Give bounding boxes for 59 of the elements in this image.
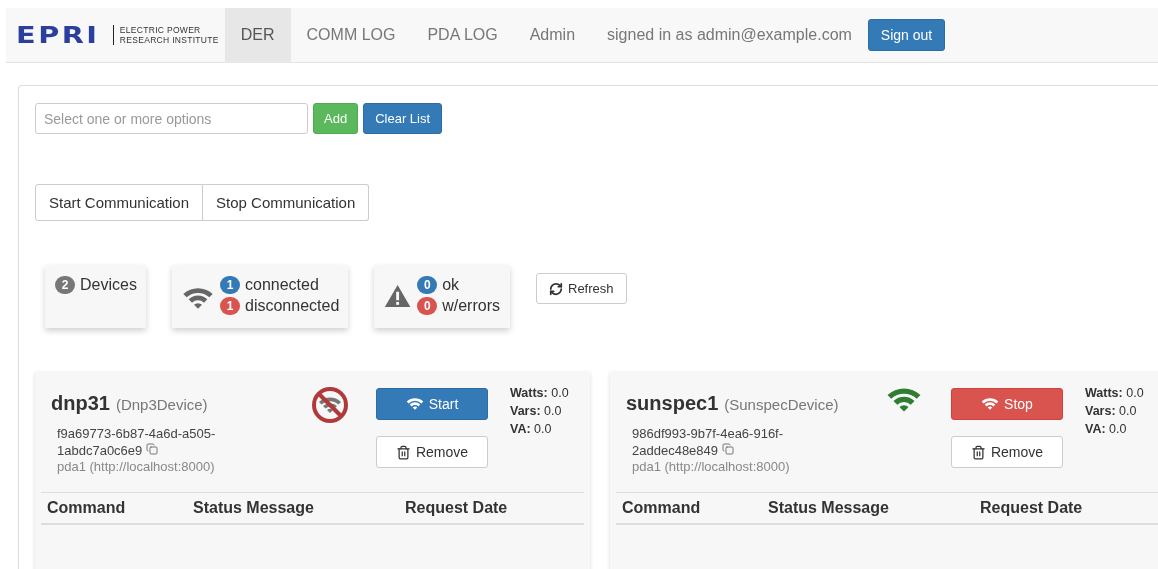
column-header: Status Message xyxy=(768,499,890,517)
copy-icon xyxy=(721,443,734,455)
remove-button[interactable]: Remove xyxy=(951,436,1063,468)
nav-link[interactable]: PDA LOG xyxy=(411,7,514,63)
count-badge: 0 xyxy=(417,276,438,294)
errors-label: w/errors xyxy=(442,297,500,315)
refresh-button[interactable]: Refresh xyxy=(536,273,627,304)
count-badge: 1 xyxy=(220,297,240,315)
nav-link[interactable]: Admin xyxy=(513,7,592,63)
device-name: sunspec1 xyxy=(626,392,719,414)
logo-name: ELECTRIC POWER RESEARCH INSTITUTE xyxy=(112,25,219,45)
pda-text: pda1 (http://localhost:8000) xyxy=(632,459,791,474)
nav-link[interactable]: COMM LOG xyxy=(290,7,412,63)
metric-text: VA: 0.0 xyxy=(1085,422,1128,436)
device-id: 986df993-9b7f-4ea6-916f- 2addec48e849 xyxy=(632,425,785,459)
devices-label: Devices xyxy=(80,276,137,294)
column-header: Command xyxy=(47,499,127,517)
column-header: Status Message xyxy=(193,499,315,517)
count-badge: 1 xyxy=(220,276,240,294)
ok-label: ok xyxy=(442,276,460,294)
column-header: Command xyxy=(622,499,702,517)
count-badge: 0 xyxy=(417,297,438,315)
communication-button[interactable]: Start Communication xyxy=(35,184,204,221)
no-wifi-icon xyxy=(311,386,349,424)
pda-text: pda1 (http://localhost:8000) xyxy=(57,459,216,474)
start-button[interactable]: Start xyxy=(376,388,488,420)
metric-text: Vars: 0.0 xyxy=(510,404,563,418)
device-id: f9a69773-6b87-4a6d-a505- 1abdc7a0c6e9 xyxy=(57,425,217,459)
logo-mark: EPRI xyxy=(16,22,100,48)
trash-icon xyxy=(970,444,986,460)
clear-list-button[interactable]: Clear List xyxy=(363,103,443,134)
count-badge: 2 xyxy=(55,276,75,294)
wifi-icon xyxy=(886,386,922,413)
metric-text: Watts: 0.0 xyxy=(1085,386,1144,400)
metric-text: Watts: 0.0 xyxy=(510,386,569,400)
device-name: dnp31 xyxy=(51,392,110,414)
column-header: Request Date xyxy=(980,499,1084,517)
wifi-icon xyxy=(182,286,214,310)
device-type: (SunspecDevice) xyxy=(724,396,839,413)
column-header: Request Date xyxy=(405,499,509,517)
select-field[interactable]: Select one or more options xyxy=(35,103,308,134)
add-button[interactable]: Add xyxy=(313,103,359,134)
stop-button[interactable]: Stop xyxy=(951,388,1063,420)
wifi-icon xyxy=(981,397,1000,411)
signed-in-text: signed in as admin@example.com xyxy=(606,26,853,44)
sign-out-button[interactable]: Sign out xyxy=(867,19,946,51)
refresh-icon xyxy=(549,281,563,296)
metric-text: Vars: 0.0 xyxy=(1085,404,1138,418)
nav-link[interactable]: DER xyxy=(224,7,291,63)
trash-icon xyxy=(395,444,411,460)
remove-button[interactable]: Remove xyxy=(376,436,488,468)
device-type: (Dnp3Device) xyxy=(115,396,208,413)
warning-icon xyxy=(384,282,412,310)
connected-label: connected xyxy=(245,276,319,294)
copy-icon xyxy=(145,443,158,455)
communication-button[interactable]: Stop Communication xyxy=(203,184,370,221)
disconnected-label: disconnected xyxy=(245,297,340,315)
wifi-icon xyxy=(405,397,424,411)
metric-text: VA: 0.0 xyxy=(510,422,553,436)
